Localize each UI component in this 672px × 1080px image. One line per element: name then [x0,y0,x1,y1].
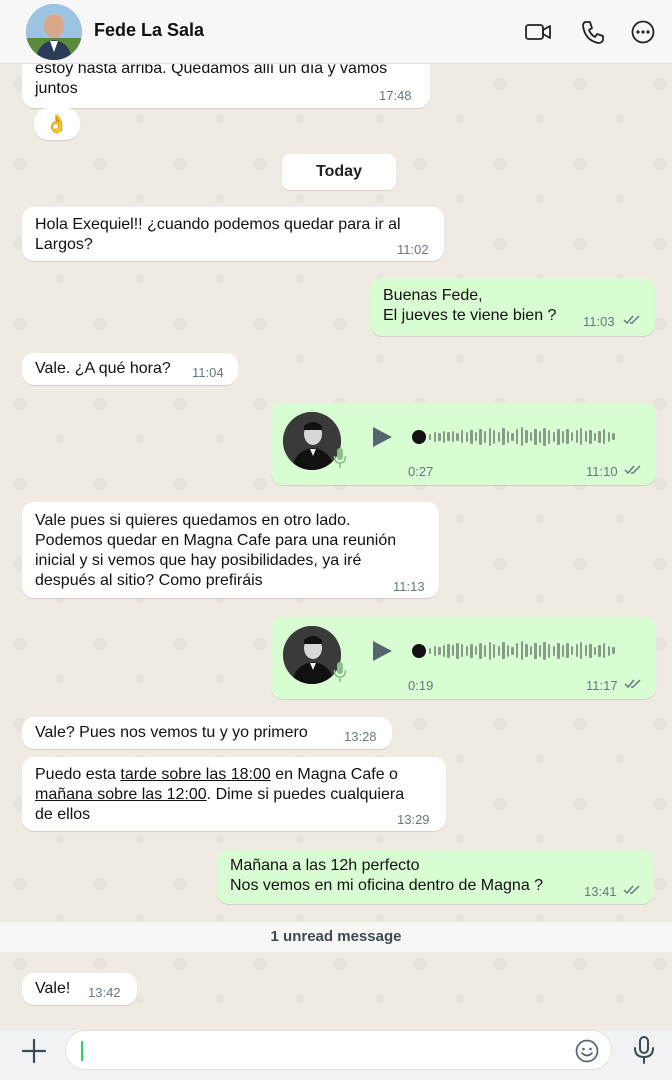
message-time: 11:10 [586,464,618,479]
date-separator: Today [282,154,396,190]
waveform [429,425,617,449]
message-text: Mañana a las 12h perfecto [230,857,420,874]
message-time: 11:17 [586,678,618,693]
message-time: 13:28 [344,729,377,744]
playback-scrubber[interactable] [412,644,426,658]
date-time-link[interactable]: mañana sobre las 12:00 [35,786,207,803]
message-time: 11:02 [397,242,429,257]
read-ticks-icon [623,315,640,325]
message-incoming[interactable]: Vale pues si quieres quedamos en otro la… [22,502,439,598]
message-text: Vale pues si quieres quedamos en otro la… [35,512,351,529]
message-text: Nos vemos en mi oficina dentro de Magna … [230,877,544,894]
message-text: Vale? Pues nos vemos tu y yo primero [35,724,308,741]
waveform [429,639,617,663]
chat-header: Fede La Sala [0,0,672,64]
composer-bar [0,1030,672,1080]
play-icon[interactable] [370,639,394,663]
contact-name[interactable]: Fede La Sala [94,20,204,41]
message-text: Vale! [35,980,71,997]
microphone-icon[interactable] [632,1035,656,1065]
message-time: 11:13 [393,579,425,594]
message-text: El jueves te viene bien ? [383,307,557,324]
read-ticks-icon [623,885,640,895]
voice-message[interactable]: 0:27 11:10 [271,403,656,485]
message-outgoing[interactable]: Mañana a las 12h perfecto Nos vemos en m… [217,850,654,904]
message-time: 13:41 [584,884,617,899]
message-input[interactable] [65,1030,612,1070]
microphone-icon [333,448,347,468]
play-icon[interactable] [370,425,394,449]
plus-icon[interactable] [21,1038,47,1064]
message-list[interactable]: estoy hasta arriba. Quedamos allí un día… [0,64,672,1030]
message-text: Largos? [35,236,93,253]
voice-call-icon[interactable] [579,18,607,46]
voice-duration: 0:27 [408,464,434,479]
message-incoming[interactable]: estoy hasta arriba. Quedamos allí un día… [22,64,430,108]
message-text: inicial y si vemos que hay posibilidades… [35,552,362,569]
message-time: 13:29 [397,812,430,827]
message-time: 11:04 [192,365,224,380]
message-incoming[interactable]: Vale! 13:42 [22,973,137,1005]
playback-scrubber[interactable] [412,430,426,444]
microphone-icon [333,662,347,682]
message-text: Hola Exequiel!! ¿cuando podemos quedar p… [35,216,401,233]
message-text: juntos [35,80,78,97]
message-time: 11:03 [583,314,615,329]
message-incoming[interactable]: Hola Exequiel!! ¿cuando podemos quedar p… [22,207,444,261]
emoji-message[interactable]: 👌 [34,108,80,140]
voice-duration: 0:19 [408,678,434,693]
message-text: en Magna Cafe o [270,766,398,783]
read-ticks-icon [624,465,641,475]
voice-message[interactable]: 0:19 11:17 [271,617,656,699]
contact-avatar[interactable] [26,4,82,60]
message-text: Buenas Fede, [383,287,483,304]
message-text: después al sitio? Como prefiráis [35,572,263,589]
message-text: de ellos [35,806,91,823]
message-incoming[interactable]: Vale? Pues nos vemos tu y yo primero 13:… [22,717,392,749]
message-text: Puedo esta [35,766,121,783]
text-caret [81,1041,83,1061]
message-outgoing[interactable]: Buenas Fede, El jueves te viene bien ? 1… [370,278,655,336]
message-time: 17:48 [379,88,412,103]
date-time-link[interactable]: tarde sobre las 18:00 [120,766,270,783]
emoji-icon[interactable] [575,1039,599,1063]
message-text: Vale. ¿A qué hora? [35,360,171,377]
video-call-icon[interactable] [524,18,552,46]
message-text: estoy hasta arriba. Quedamos allí un día… [35,64,388,77]
more-options-icon[interactable] [629,18,657,46]
message-text: . Dime si puedes cualquiera [206,786,405,803]
unread-separator: 1 unread message [0,922,672,952]
message-text: Podemos quedar en Magna Cafe para una re… [35,532,397,549]
read-ticks-icon [624,679,641,689]
message-incoming[interactable]: Vale. ¿A qué hora? 11:04 [22,353,238,385]
message-incoming[interactable]: Puedo esta tarde sobre las 18:00 en Magn… [22,757,446,831]
message-time: 13:42 [88,985,121,1000]
